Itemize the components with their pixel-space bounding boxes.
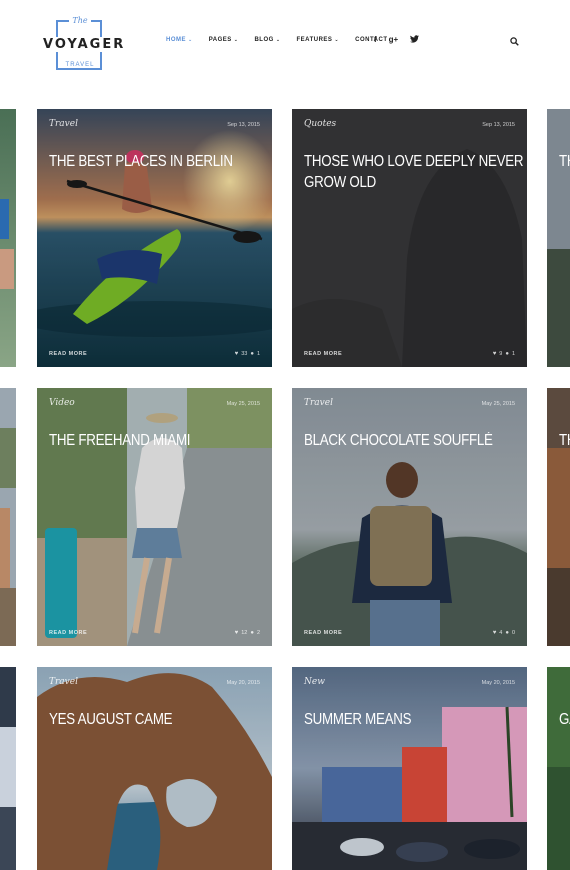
post-category[interactable]: New xyxy=(304,677,325,687)
post-image xyxy=(292,109,527,367)
nav-blog[interactable]: BLOG ⌄ xyxy=(254,37,280,43)
post-card[interactable]: Quotes Sep 13, 2015 THOSE WHO LOVE DEEPL… xyxy=(292,109,527,367)
comment-icon[interactable]: ● xyxy=(250,630,254,636)
read-more-link[interactable]: READ MORE xyxy=(49,630,87,636)
post-title[interactable]: THE BEST PLACES IN BERLIN xyxy=(49,151,272,172)
chevron-down-icon: ⌄ xyxy=(334,37,340,43)
comment-icon[interactable]: ● xyxy=(250,351,254,357)
search-icon[interactable] xyxy=(510,37,519,46)
post-date: May 25, 2015 xyxy=(226,401,260,407)
heart-icon[interactable]: ♥ xyxy=(235,630,239,636)
post-card-edge-right[interactable]: TH xyxy=(547,388,570,646)
read-more-link[interactable]: READ MORE xyxy=(304,351,342,357)
post-image xyxy=(37,388,272,646)
site-header: The VOYAGER TRAVEL HOME ⌄ PAGES ⌄ BLOG ⌄ FE… xyxy=(0,0,570,95)
post-date: Sep 13, 2015 xyxy=(482,122,515,128)
nav-features[interactable]: FEATURES ⌄ xyxy=(297,37,340,43)
nav-pages[interactable]: PAGES ⌄ xyxy=(209,37,239,43)
chevron-down-icon: ⌄ xyxy=(233,37,239,43)
read-more-link[interactable]: READ MORE xyxy=(304,630,342,636)
comment-count: 0 xyxy=(511,630,515,636)
post-card[interactable]: Travel May 20, 2015 YES AUGUST CAME xyxy=(37,667,272,870)
post-date: May 20, 2015 xyxy=(226,680,260,686)
post-image xyxy=(37,109,272,367)
post-image xyxy=(37,667,272,870)
post-card-edge-left[interactable] xyxy=(0,109,16,367)
heart-icon[interactable]: ♥ xyxy=(235,351,239,357)
post-card[interactable]: Travel Sep 13, 2015 THE BEST PLACES IN B… xyxy=(37,109,272,367)
comment-icon[interactable]: ● xyxy=(505,630,509,636)
post-stats: ♥ 9 ● 1 xyxy=(493,351,515,357)
google-plus-icon[interactable]: g+ xyxy=(389,35,399,44)
post-title[interactable]: YES AUGUST CAME xyxy=(49,709,272,730)
facebook-icon[interactable]: f xyxy=(374,35,377,44)
chevron-down-icon: ⌄ xyxy=(275,37,281,43)
post-category[interactable]: Travel xyxy=(49,119,78,129)
chevron-down-icon: ⌄ xyxy=(188,37,193,43)
post-date: Sep 13, 2015 xyxy=(227,122,260,128)
post-title[interactable]: GA xyxy=(559,709,570,730)
post-card-edge-right[interactable]: TH xyxy=(547,109,570,367)
twitter-icon[interactable] xyxy=(410,35,420,43)
post-card[interactable]: Video May 25, 2015 THE FREEHAND MIAMI RE… xyxy=(37,388,272,646)
post-category[interactable]: Travel xyxy=(304,398,333,408)
logo-name: VOYAGER xyxy=(42,37,127,52)
post-category[interactable]: Quotes xyxy=(304,119,336,129)
comment-count: 1 xyxy=(256,351,260,357)
main-nav: HOME ⌄ PAGES ⌄ BLOG ⌄ FEATURES ⌄ CONTACT xyxy=(166,37,404,43)
comment-icon[interactable]: ● xyxy=(505,351,509,357)
post-card-edge-right[interactable]: GA xyxy=(547,667,570,870)
like-count: 4 xyxy=(499,630,503,636)
post-title[interactable]: TH xyxy=(559,151,570,172)
comment-count: 1 xyxy=(511,351,515,357)
post-title[interactable]: TH xyxy=(559,430,570,451)
post-card[interactable]: New May 20, 2015 SUMMER MEANS xyxy=(292,667,527,870)
post-image xyxy=(292,667,527,870)
heart-icon[interactable]: ♥ xyxy=(493,630,497,636)
social-links: f g+ xyxy=(374,35,420,44)
post-date: May 25, 2015 xyxy=(481,401,515,407)
logo-tagline: TRAVEL xyxy=(62,62,98,68)
heart-icon[interactable]: ♥ xyxy=(493,351,497,357)
post-image xyxy=(292,388,527,646)
comment-count: 2 xyxy=(256,630,260,636)
site-logo[interactable]: The VOYAGER TRAVEL xyxy=(42,16,127,72)
nav-home[interactable]: HOME ⌄ xyxy=(166,37,193,43)
post-category[interactable]: Video xyxy=(49,398,75,408)
post-title[interactable]: BLACK CHOCOLATE SOUFFLÉ xyxy=(304,430,527,451)
post-title[interactable]: THE FREEHAND MIAMI xyxy=(49,430,272,451)
post-stats: ♥ 4 ● 0 xyxy=(493,630,515,636)
post-stats: ♥ 33 ● 1 xyxy=(235,351,260,357)
post-card-edge-left[interactable] xyxy=(0,388,16,646)
post-title[interactable]: THOSE WHO LOVE DEEPLY NEVER GROW OLD xyxy=(304,151,527,193)
like-count: 9 xyxy=(499,351,503,357)
post-stats: ♥ 12 ● 2 xyxy=(235,630,260,636)
post-title[interactable]: SUMMER MEANS xyxy=(304,709,527,730)
post-card-edge-left[interactable] xyxy=(0,667,16,870)
like-count: 12 xyxy=(241,630,248,636)
like-count: 33 xyxy=(241,351,248,357)
post-category[interactable]: Travel xyxy=(49,677,78,687)
logo-the: The xyxy=(69,16,91,25)
read-more-link[interactable]: READ MORE xyxy=(49,351,87,357)
post-card[interactable]: Travel May 25, 2015 BLACK CHOCOLATE SOUF… xyxy=(292,388,527,646)
post-date: May 20, 2015 xyxy=(481,680,515,686)
